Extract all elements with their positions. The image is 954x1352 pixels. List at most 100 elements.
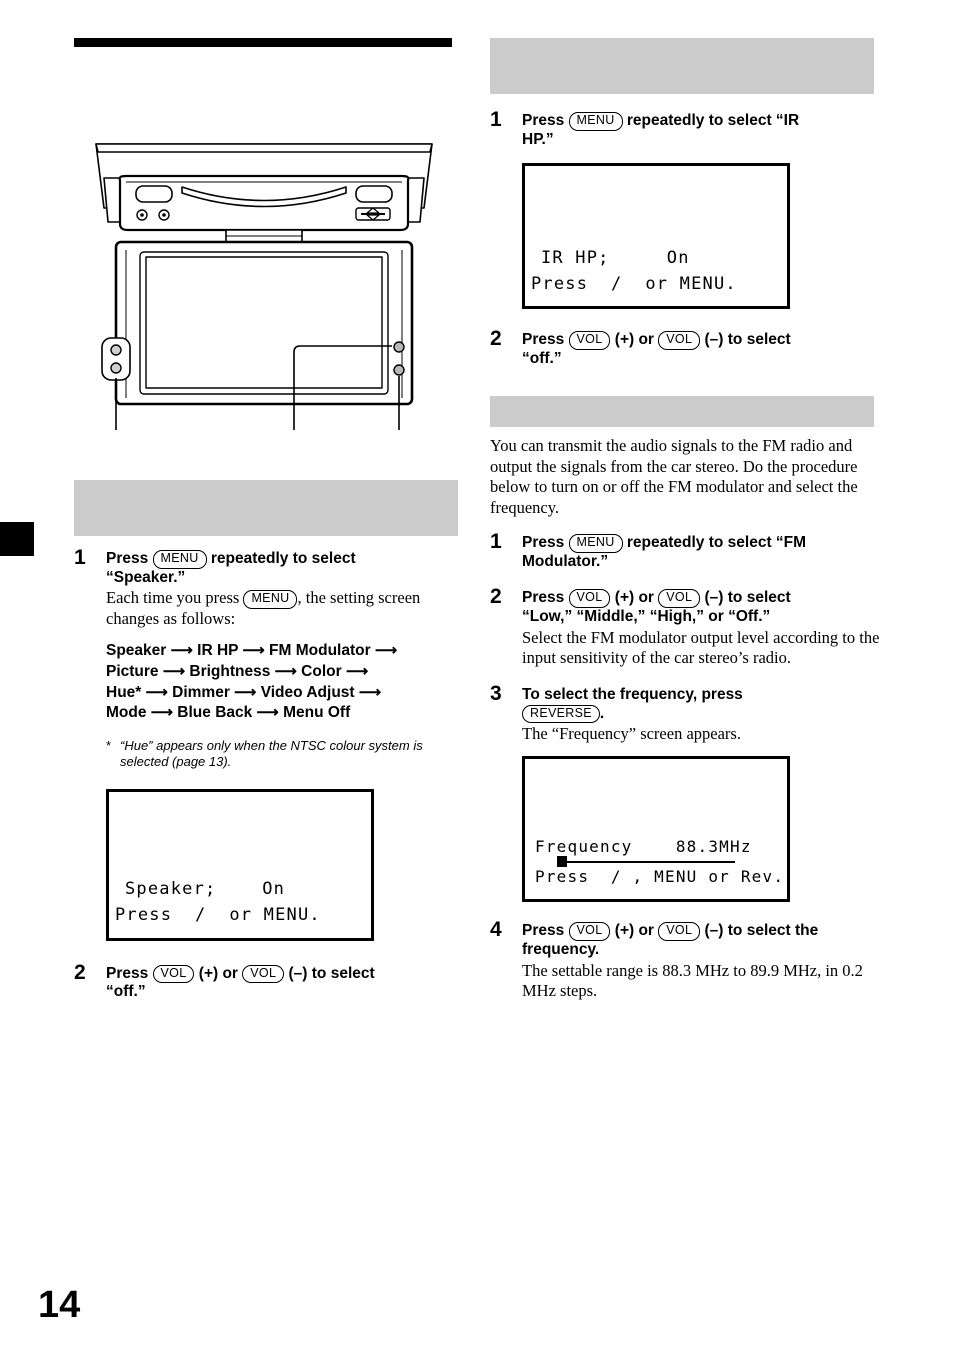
- step-body: Select the FM modulator output level acc…: [522, 627, 880, 667]
- step-head-suffix: repeatedly to select: [210, 550, 356, 567]
- step-fm-3: 3 To select the frequency, press REVERSE…: [490, 681, 880, 903]
- manual-page: 1 Press MENU repeatedly to select “Speak…: [0, 0, 954, 1352]
- lcd-line-2: Press / , MENU or Rev.: [535, 867, 785, 887]
- step-head-prefix: Press: [106, 964, 149, 982]
- step-fm-2: 2 Press VOL (+) or VOL (–) to select “Lo…: [490, 585, 880, 667]
- step-body: Each time you press MENU, the setting sc…: [106, 588, 464, 629]
- step-head-mid1: (+) or: [614, 589, 654, 607]
- step-heading: Press VOL (+) or VOL (–) to select the f…: [522, 922, 880, 959]
- vol-down-button-glyph[interactable]: VOL: [658, 922, 701, 941]
- monitor-illustration-svg: [95, 143, 433, 430]
- step-head-prefix: To select the frequency, press: [522, 685, 743, 703]
- step-head-prefix: Press: [522, 534, 565, 552]
- menu-flow-list: Speaker ⟶ IR HP ⟶ FM Modulator ⟶ Picture…: [106, 641, 464, 724]
- lcd-text-block: IR HP; On Press / or MENU.: [525, 245, 787, 298]
- menu-flow-line: Speaker ⟶ IR HP ⟶ FM Modulator ⟶: [106, 641, 398, 659]
- step-head-prefix: Press: [522, 589, 565, 607]
- step-number: 1: [490, 530, 502, 554]
- vol-down-button-glyph[interactable]: VOL: [658, 331, 701, 350]
- page-number: 14: [38, 1284, 81, 1326]
- lcd-screen-ir-hp: IR HP; On Press / or MENU.: [522, 163, 790, 310]
- menu-button-glyph[interactable]: MENU: [568, 534, 623, 553]
- step-head-line2: “off.”: [522, 349, 562, 367]
- menu-button-glyph[interactable]: MENU: [568, 112, 623, 131]
- step-heading: Press MENU repeatedly to select “FM Modu…: [522, 534, 880, 571]
- frequency-slider[interactable]: [525, 856, 787, 868]
- monitor-illustration: [74, 130, 454, 440]
- lcd-screen-speaker: Speaker; On Press / or MENU.: [106, 788, 374, 941]
- vol-up-button-glyph[interactable]: VOL: [568, 589, 611, 609]
- step-head-prefix: Press: [522, 331, 565, 349]
- step-head-mid1: (+) or: [198, 964, 238, 982]
- step-head-line2: “Speaker.”: [106, 568, 186, 586]
- step-body: The settable range is 88.3 MHz to 89.9 M…: [522, 960, 863, 1000]
- menu-flow-line: Picture ⟶ Brightness ⟶ Color ⟶: [106, 662, 369, 680]
- step-number: 1: [490, 108, 502, 131]
- top-rule: [74, 38, 452, 47]
- section-header-speaker: [74, 480, 458, 536]
- step-number: 2: [490, 327, 502, 351]
- step-head-suffix: repeatedly to select “FM: [626, 534, 807, 552]
- menu-flow-line: Mode ⟶ Blue Back ⟶ Menu Off: [106, 704, 351, 722]
- step-speaker-1: 1 Press MENU repeatedly to select “Speak…: [74, 546, 464, 941]
- vol-up-button-glyph[interactable]: VOL: [568, 922, 611, 941]
- step-heading: Press VOL (+) or VOL (–) to select “Low,…: [522, 589, 880, 626]
- menu-flow-line: Hue* ⟶ Dimmer ⟶ Video Adjust ⟶: [106, 683, 382, 701]
- footnote-marker: *: [106, 738, 112, 754]
- step-speaker-2: 2 Press VOL (+) or VOL (–) to select “of…: [74, 960, 464, 1002]
- lcd-line-1: Speaker; On: [125, 878, 286, 899]
- step-head-line2: HP.”: [522, 130, 554, 148]
- section-header-fm-modulator: [490, 396, 874, 428]
- step-heading: To select the frequency, press REVERSE.: [522, 685, 880, 724]
- vol-down-button-glyph[interactable]: VOL: [242, 964, 285, 984]
- lcd-text-block: Frequency 88.3MHz Press / , MENU or Rev.: [525, 835, 787, 891]
- step-head-prefix: Press: [522, 922, 565, 940]
- section-header-ir-hp: [490, 38, 874, 94]
- menu-button-glyph[interactable]: MENU: [243, 590, 298, 609]
- step-irhp-1: 1 Press MENU repeatedly to select “IR HP…: [490, 108, 880, 310]
- lcd-screen-frequency: Frequency 88.3MHz Press / , MENU or Rev.: [522, 756, 790, 903]
- step-fm-1: 1 Press MENU repeatedly to select “FM Mo…: [490, 530, 880, 571]
- vol-down-button-glyph[interactable]: VOL: [658, 589, 701, 609]
- step-irhp-2: 2 Press VOL (+) or VOL (–) to select “of…: [490, 327, 880, 368]
- step-number: 2: [490, 585, 502, 609]
- menu-button-glyph[interactable]: MENU: [152, 550, 207, 569]
- frequency-slider-track: [562, 861, 735, 864]
- frequency-slider-knob[interactable]: [557, 856, 567, 868]
- step-head-mid2: (–) to select: [288, 964, 375, 982]
- step-number: 1: [74, 546, 86, 569]
- step-heading: Press MENU repeatedly to select “Speaker…: [106, 550, 464, 587]
- step-number: 2: [74, 960, 86, 984]
- reverse-button-glyph[interactable]: REVERSE: [522, 704, 600, 724]
- fm-modulator-intro: You can transmit the audio signals to th…: [490, 436, 858, 517]
- step-head-mid1: (+) or: [614, 922, 654, 940]
- vol-up-button-glyph[interactable]: VOL: [152, 964, 195, 984]
- body-prefix: Each time you press: [106, 588, 240, 608]
- lcd-line-2: Press / or MENU.: [115, 905, 321, 926]
- step-head-mid2: (–) to select: [704, 331, 791, 349]
- step-heading: Press VOL (+) or VOL (–) to select “off.…: [522, 331, 880, 368]
- step-heading: Press VOL (+) or VOL (–) to select “off.…: [106, 964, 464, 1002]
- step-head-mid2: (–) to select the: [704, 922, 819, 940]
- step-fm-4: 4 Press VOL (+) or VOL (–) to select the…: [490, 918, 880, 1000]
- footnote-hue: * “Hue” appears only when the NTSC colou…: [106, 738, 464, 771]
- vol-up-button-glyph[interactable]: VOL: [568, 331, 611, 350]
- step-body: The “Frequency” screen appears.: [522, 724, 741, 744]
- step-number: 3: [490, 681, 502, 705]
- lcd-line-1: IR HP; On: [541, 247, 690, 268]
- step-head-line2: “Low,” “Middle,” “High,” or “Off.”: [522, 608, 771, 626]
- step-head-mid1: (+) or: [614, 331, 654, 349]
- step-head-suffix: .: [599, 704, 605, 722]
- edge-index-tab: [0, 522, 34, 556]
- step-head-line2: “off.”: [106, 983, 146, 1001]
- step-head-prefix: Press: [106, 550, 149, 567]
- step-head-mid2: (–) to select: [704, 589, 791, 607]
- footnote-text: “Hue” appears only when the NTSC colour …: [120, 738, 423, 770]
- step-head-suffix: repeatedly to select “IR: [626, 112, 800, 129]
- step-head-line2: Modulator.”: [522, 552, 609, 570]
- step-number: 4: [490, 918, 502, 942]
- step-head-prefix: Press: [522, 112, 565, 129]
- lcd-line-2: Press / or MENU.: [531, 273, 737, 294]
- lcd-text-block: Speaker; On Press / or MENU.: [109, 876, 371, 929]
- step-heading: Press MENU repeatedly to select “IR HP.”: [522, 112, 880, 149]
